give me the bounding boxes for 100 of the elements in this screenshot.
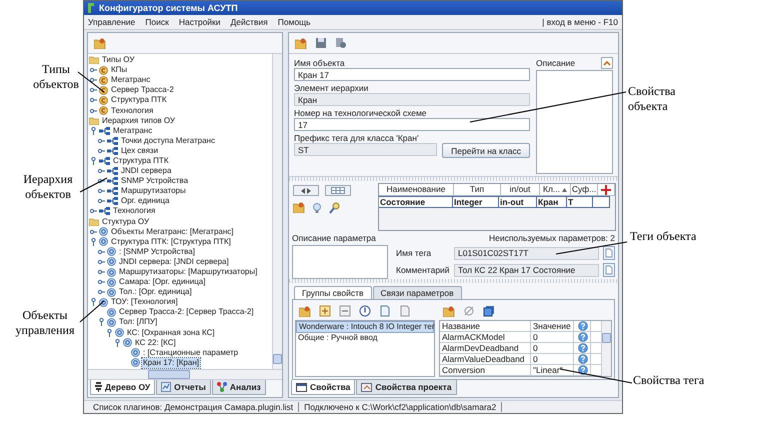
panel-tab[interactable]: Свойства (291, 380, 356, 395)
collapsed-handle-icon[interactable] (98, 288, 105, 296)
expanded-handle-icon[interactable] (98, 318, 105, 326)
collapsed-handle-icon[interactable] (90, 76, 97, 84)
copy-icon[interactable] (379, 305, 391, 317)
folder-icon[interactable] (299, 306, 311, 316)
collapsed-handle-icon[interactable] (98, 177, 105, 186)
add-icon[interactable] (319, 305, 331, 317)
search-icon[interactable] (329, 202, 341, 214)
folder-icon[interactable] (443, 306, 455, 316)
copy-icon[interactable] (603, 246, 615, 260)
collapsed-handle-icon[interactable] (98, 278, 105, 286)
column-header[interactable]: Суф... (571, 184, 598, 196)
folder-icon[interactable] (293, 202, 305, 213)
tree-item[interactable]: Стуктура ОУ (101, 216, 150, 227)
column-header[interactable]: Тип (454, 184, 501, 196)
tree-item[interactable]: КС: [Охранная зона КС] (126, 328, 216, 338)
folder-icon[interactable] (94, 38, 106, 48)
tree-item[interactable]: Сервер Трасса-2: [Сервер Трасса-2] (118, 307, 255, 318)
tree-item[interactable]: Типы ОУ (101, 55, 136, 66)
add-icon[interactable] (601, 184, 611, 194)
expanded-handle-icon[interactable] (90, 126, 97, 135)
navigate-button[interactable] (293, 185, 319, 196)
save-icon[interactable] (315, 37, 327, 49)
column-header[interactable]: Название (440, 321, 531, 331)
column-header[interactable]: Кл... (540, 184, 571, 196)
tree-item[interactable]: Иерархия типов ОУ (101, 116, 176, 126)
tree-item[interactable]: Структура ПТК (110, 95, 168, 106)
menu-item[interactable]: Управление (88, 17, 136, 27)
tree-item[interactable]: Маршрутизаторы (120, 186, 187, 196)
tree-item[interactable]: Орг. единица (120, 196, 170, 206)
tree-item[interactable]: ТОУ: [Технология] (110, 297, 179, 308)
menu-item[interactable]: Помощь (278, 17, 311, 27)
windows-icon[interactable] (483, 305, 495, 317)
tab[interactable]: Связи параметров (372, 286, 462, 299)
collapsed-handle-icon[interactable] (98, 197, 105, 206)
menu-item[interactable]: Поиск (145, 17, 169, 27)
tree-item[interactable]: Маршрутизаторы: [Маршрутизаторы] (118, 267, 258, 278)
tree-item[interactable]: Кран 17: [Кран] (142, 358, 200, 368)
tree-item[interactable]: Технология (110, 106, 154, 116)
tree-item[interactable]: Структура ПТК: [Структура ПТК] (110, 236, 232, 247)
tree-item[interactable]: Объекты Мегатранс: [Мегатранс] (110, 226, 235, 237)
column-header[interactable]: Значение (531, 321, 574, 331)
tree-item[interactable]: Точки доступа Мегатранс (120, 136, 216, 146)
collapsed-handle-icon[interactable] (98, 268, 105, 276)
info-icon[interactable] (359, 305, 371, 317)
expanded-handle-icon[interactable] (90, 238, 97, 246)
column-header[interactable]: in/out (501, 184, 540, 196)
collapsed-handle-icon[interactable] (98, 248, 105, 256)
list-item[interactable]: Wonderware : Intouch 8 IO Integer тег (296, 321, 434, 333)
collapse-button[interactable] (601, 57, 613, 69)
collapsed-handle-icon[interactable] (98, 167, 105, 176)
help-icon[interactable] (578, 365, 588, 375)
tree-item[interactable]: JNDI сервера (120, 166, 172, 176)
list-item[interactable]: Общие : Ручной ввод (296, 333, 434, 343)
menu-item[interactable]: Настройки (178, 17, 221, 27)
horizontal-scrollbar[interactable] (88, 370, 282, 380)
panel-tab[interactable]: Отчеты (156, 380, 211, 395)
collapsed-handle-icon[interactable] (98, 146, 105, 155)
tree-item[interactable]: Самара: [Орг. единица] (118, 277, 206, 288)
tree-item[interactable]: Мегатранс (110, 75, 152, 86)
collapsed-handle-icon[interactable] (98, 187, 105, 196)
collapsed-handle-icon[interactable] (98, 258, 105, 266)
tree-item[interactable]: : [Станционные параметр (142, 348, 240, 358)
paste-icon[interactable] (399, 305, 411, 317)
tree-item[interactable]: Структура ПТК (112, 156, 170, 166)
collapsed-handle-icon[interactable] (90, 228, 97, 236)
panel-tab[interactable]: Дерево ОУ (90, 380, 156, 395)
panel-tab[interactable]: Анализ (212, 380, 266, 395)
tree-item[interactable]: Мегатранс (112, 126, 154, 136)
collapsed-handle-icon[interactable] (90, 66, 97, 74)
expanded-handle-icon[interactable] (106, 328, 113, 337)
column-header[interactable]: Наименование (379, 184, 454, 196)
copy-icon[interactable] (603, 263, 615, 277)
tree-item[interactable]: КПы (110, 65, 128, 76)
tree-item[interactable]: Тол.: [Орг. единица] (118, 287, 193, 298)
collapsed-handle-icon[interactable] (90, 207, 97, 216)
tree-item[interactable]: Тол: [ЛПУ] (118, 317, 158, 328)
remove-icon[interactable] (339, 305, 351, 317)
input-field[interactable]: Кран 17 (294, 68, 530, 81)
collapsed-handle-icon[interactable] (98, 136, 105, 145)
tree-item[interactable]: Цех связи (120, 146, 160, 156)
bulb-icon[interactable] (311, 202, 323, 214)
tree-item[interactable]: КС 22: [КС] (134, 338, 177, 348)
description-field[interactable] (536, 70, 613, 174)
vertical-scrollbar[interactable] (601, 321, 611, 376)
collapsed-handle-icon[interactable] (90, 86, 97, 94)
expanded-handle-icon[interactable] (114, 338, 121, 347)
input-field[interactable]: Тол КС 22 Кран 17 Состояние (454, 264, 599, 276)
collapsed-handle-icon[interactable] (90, 106, 97, 115)
tree-item[interactable]: : [SNMP Устройства] (118, 246, 196, 257)
goto-class-button[interactable]: Перейти на класс (442, 143, 530, 158)
parameter-description-field[interactable] (292, 245, 388, 279)
expanded-handle-icon[interactable] (90, 298, 97, 306)
menu-item[interactable]: Действия (230, 17, 268, 27)
tree-item[interactable]: SNMP Устройства (120, 176, 190, 186)
collapsed-handle-icon[interactable] (90, 96, 97, 104)
panel-tab[interactable]: Свойства проекта (356, 380, 457, 395)
vertical-scrollbar[interactable] (272, 54, 282, 369)
folder-icon[interactable] (295, 38, 307, 48)
